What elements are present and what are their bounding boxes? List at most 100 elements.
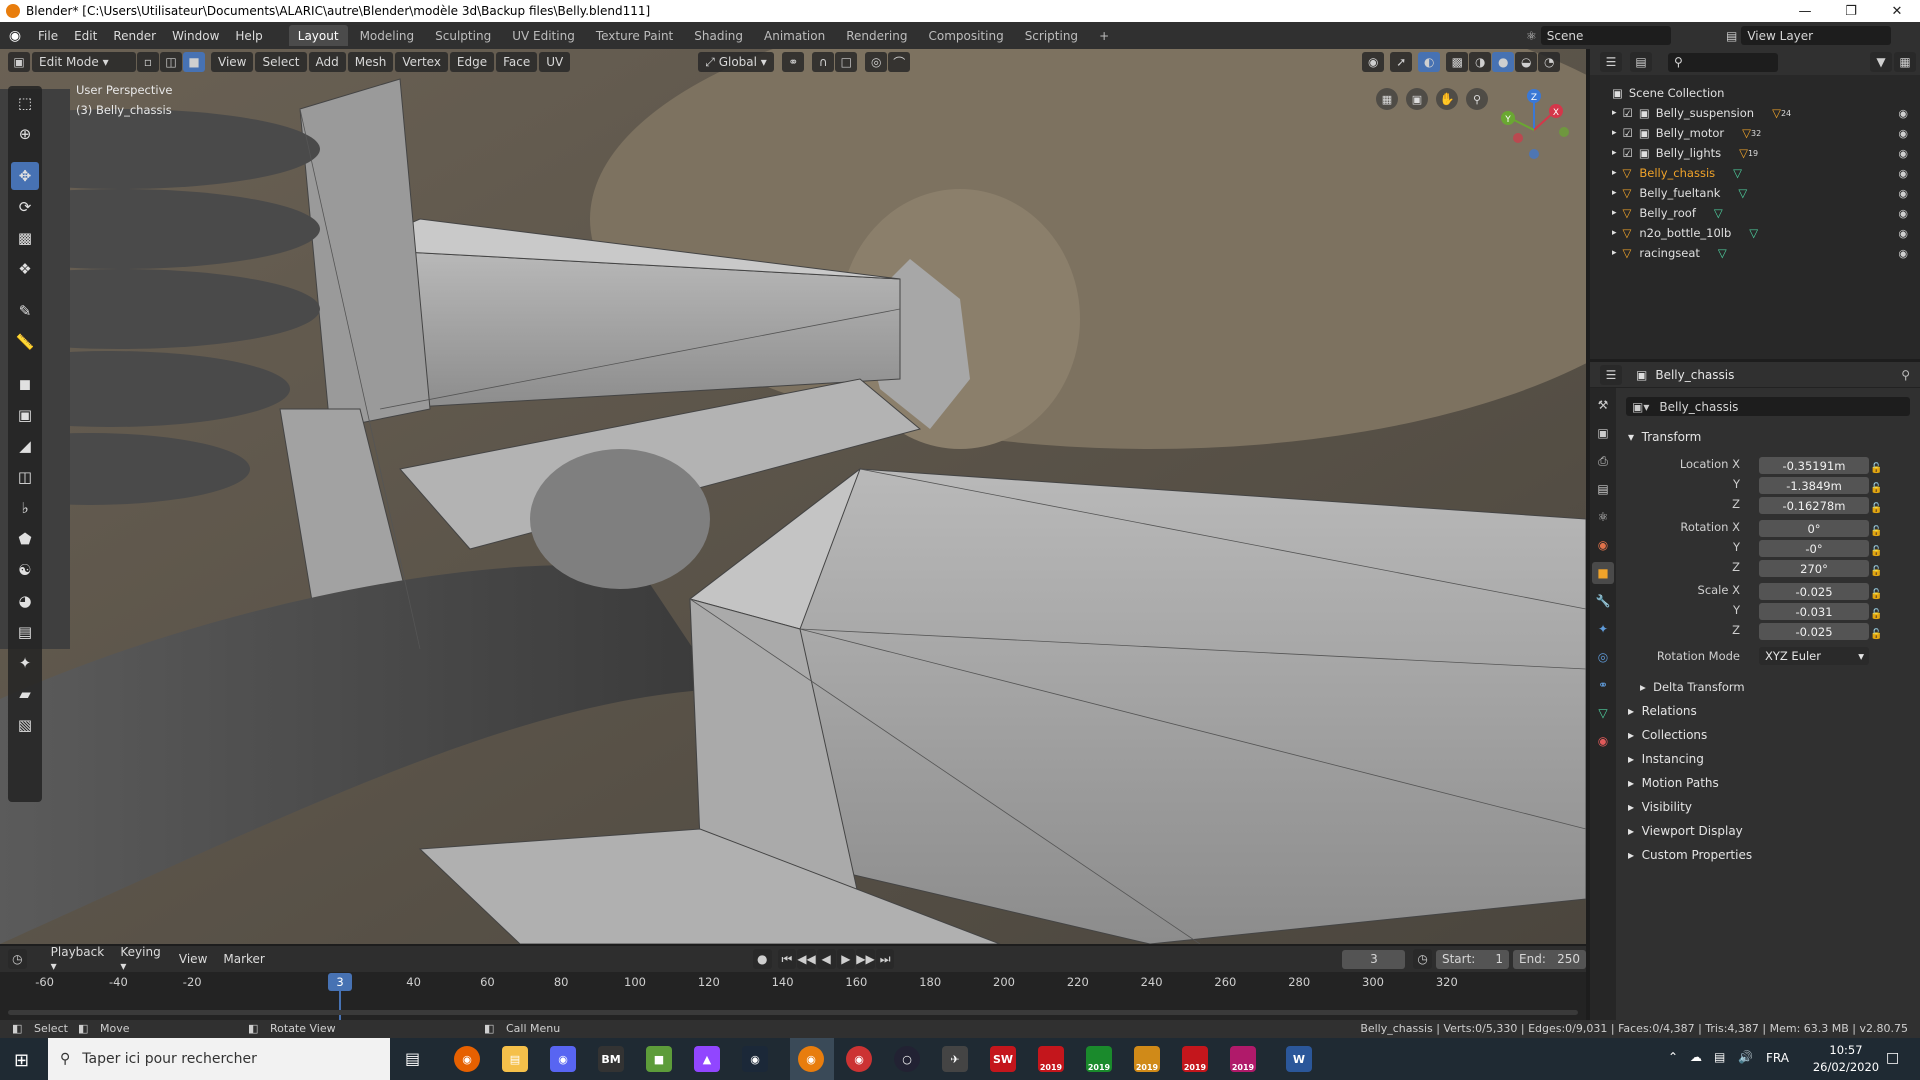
object-tab-icon[interactable]: ■ [1592,562,1614,584]
expand-arrow-icon[interactable]: ▸ [1612,128,1617,138]
delta-transform-panel[interactable]: ▸ Delta Transform [1640,680,1745,694]
eye-icon[interactable]: ◉ [1898,107,1908,120]
tab-scripting[interactable]: Scripting [1016,25,1087,46]
panel-visibility[interactable]: ▸ Visibility [1628,800,1692,814]
physics-tab-icon[interactable]: ◎ [1592,646,1614,668]
app-2019-icon[interactable]: 2019 [1230,1046,1256,1072]
mesh-data-icon[interactable]: ▽ [1738,186,1747,200]
network-icon[interactable]: ▤ [1714,1050,1725,1064]
menu-window[interactable]: Window [164,29,227,43]
modifier-tab-icon[interactable]: 🔧 [1592,590,1614,612]
clock-icon[interactable]: ◷ [1413,949,1432,969]
rotation-y-field[interactable]: -0° [1759,540,1869,557]
panel-custom-properties[interactable]: ▸ Custom Properties [1628,848,1752,862]
twitch-icon[interactable]: ▲ [694,1046,720,1072]
rotation-mode-dropdown[interactable]: XYZ Euler ▾ [1759,647,1869,665]
file-explorer-icon[interactable]: ▤ [502,1046,528,1072]
object-count-icon[interactable]: ▽ [1742,126,1751,140]
scene-collection-row[interactable]: ▣ Scene Collection [1590,83,1920,103]
smooth-icon[interactable]: ◕ [11,587,39,615]
render-tab-icon[interactable]: ▣ [1592,422,1614,444]
properties-editor-type-icon[interactable]: ☰ [1600,364,1622,385]
scale-x-field[interactable]: -0.025 [1759,583,1869,600]
shading-material-icon[interactable]: ◒ [1515,52,1538,72]
play-icon[interactable]: ▶ [836,949,856,969]
select-box-icon[interactable]: ⬚ [11,89,39,117]
object-count-icon[interactable]: ▽ [1739,146,1748,160]
location-z-field[interactable]: -0.16278m [1759,497,1869,514]
shear-icon[interactable]: ▰ [11,680,39,708]
checkbox-icon[interactable]: ☑ [1623,146,1633,160]
navigation-gizmo[interactable]: Z X Y [1490,84,1570,164]
current-frame-field[interactable]: 3 [1342,949,1406,969]
outliner-item-belly-fueltank[interactable]: ▸ ▽ Belly_fueltank ▽ ◉ [1590,183,1920,203]
constraints-tab-icon[interactable]: ⚭ [1592,674,1614,696]
3d-viewport[interactable] [0,49,1586,944]
poly-build-icon[interactable]: ⬟ [11,525,39,553]
rotate-icon[interactable]: ⟳ [11,193,39,221]
tab-uv-editing[interactable]: UV Editing [503,25,584,46]
outliner-item-n2o-bottle-10lb[interactable]: ▸ ▽ n2o_bottle_10lb ▽ ◉ [1590,223,1920,243]
discord-icon[interactable]: ◉ [550,1046,576,1072]
notifications-icon[interactable]: □ [1886,1050,1899,1066]
eye-icon[interactable]: ◉ [1898,207,1908,220]
menu-render[interactable]: Render [105,29,164,43]
bevel-icon[interactable]: ◢ [11,432,39,460]
outliner-editor-type-icon[interactable]: ☰ [1600,52,1622,72]
tab-shading[interactable]: Shading [685,25,752,46]
panel-instancing[interactable]: ▸ Instancing [1628,752,1704,766]
move-icon[interactable]: ✥ [11,162,39,190]
eye-icon[interactable]: ◉ [1898,187,1908,200]
tab-modeling[interactable]: Modeling [351,25,424,46]
annotate-icon[interactable]: ✎ [11,297,39,325]
play-reverse-icon[interactable]: ◀ [816,949,836,969]
grid-view-icon[interactable]: ▦ [1376,88,1398,110]
restore-button[interactable]: ❐ [1828,0,1874,22]
mode-dropdown[interactable]: Edit Mode ▾ [32,52,136,72]
eye-icon[interactable]: ◉ [1898,147,1908,160]
tab-animation[interactable]: Animation [755,25,834,46]
measure-icon[interactable]: 📏 [11,328,39,356]
onedrive-icon[interactable]: ☁ [1690,1050,1702,1064]
material-tab-icon[interactable]: ◉ [1592,730,1614,752]
scene-field[interactable]: Scene [1540,26,1671,45]
panel-relations[interactable]: ▸ Relations [1628,704,1697,718]
expand-arrow-icon[interactable]: ▸ [1612,188,1617,198]
scale-icon[interactable]: ▩ [11,224,39,252]
app-2019-icon[interactable]: 2019 [1038,1046,1064,1072]
eye-icon[interactable]: ◉ [1898,127,1908,140]
camera-view-icon[interactable]: ▣ [1406,88,1428,110]
menu-keying[interactable]: Keying ▾ [112,945,171,973]
filter-icon[interactable]: ▼ [1870,52,1892,72]
vertex-select-icon[interactable]: ▫ [137,52,159,72]
pan-hand-icon[interactable]: ✋ [1436,88,1458,110]
pivot-icon[interactable]: ⚭ [782,52,805,72]
proportional-edit-icon[interactable]: ◎ [865,52,888,72]
mesh-data-icon[interactable]: ▽ [1733,166,1742,180]
menu-view[interactable]: View [211,52,254,72]
checkbox-icon[interactable]: ☑ [1623,126,1633,140]
outliner-item-belly-motor[interactable]: ▸ ☑ ▣ Belly_motor ▽ 32 ◉ [1590,123,1920,143]
location-y-field[interactable]: -1.3849m [1759,477,1869,494]
tab-compositing[interactable]: Compositing [919,25,1012,46]
rip-region-icon[interactable]: ▧ [11,711,39,739]
snap-icon[interactable]: ∩ [812,52,835,72]
prev-keyframe-icon[interactable]: ◀◀ [797,949,816,969]
minimize-button[interactable]: — [1782,0,1828,22]
minecraft-icon[interactable]: ■ [646,1046,672,1072]
language-indicator[interactable]: FRA [1766,1051,1789,1065]
checkbox-icon[interactable]: ☑ [1623,106,1633,120]
app-plane-icon[interactable]: ✈ [942,1046,968,1072]
timeline-editor-type-icon[interactable]: ◷ [8,949,27,969]
shading-wireframe-icon[interactable]: ◑ [1469,52,1492,72]
object-name-field[interactable]: ▣▾ Belly_chassis [1626,397,1910,416]
clock-date[interactable]: 26/02/2020 [1812,1060,1880,1074]
xray-icon[interactable]: ▩ [1446,52,1469,72]
menu-file[interactable]: File [30,29,66,43]
mesh-data-icon[interactable]: ▽ [1749,226,1758,240]
jump-end-icon[interactable]: ⏭ [875,949,895,969]
menu-playback[interactable]: Playback ▾ [43,945,113,973]
expand-arrow-icon[interactable]: ▸ [1612,148,1617,158]
menu-edit[interactable]: Edit [66,29,105,43]
mesh-data-icon[interactable]: ▽ [1714,206,1723,220]
